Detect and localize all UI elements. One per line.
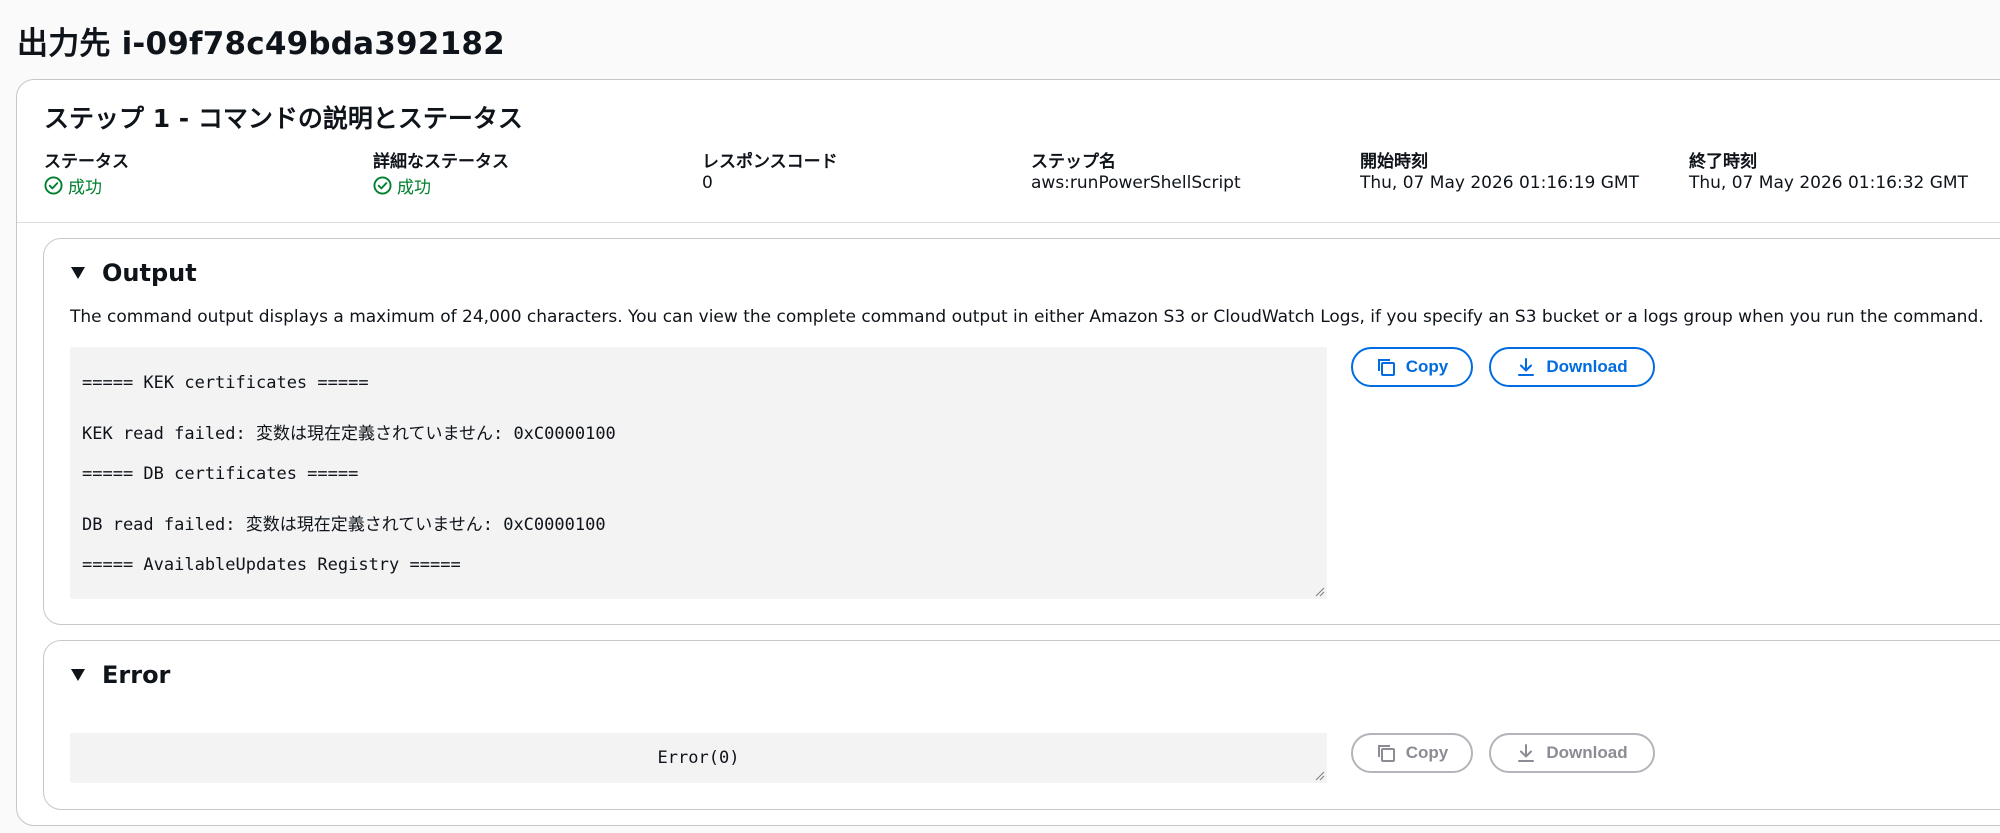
output-description: The command output displays a maximum of… (70, 307, 1984, 327)
caret-down-icon (71, 267, 85, 279)
error-panel: Error Error(0) Copy Download (43, 640, 2000, 810)
command-step-card: ステップ 1 - コマンドの説明とステータス ステータス 成功 詳細なステータス… (16, 79, 2000, 826)
start-time-label: 開始時刻 (1360, 152, 1428, 172)
error-title: Error (102, 661, 171, 689)
end-time-value: Thu, 07 May 2026 01:16:32 GMT (1689, 173, 1968, 193)
status-text: 成功 (68, 178, 102, 198)
error-download-button[interactable]: Download (1489, 733, 1655, 773)
detailed-status-label: 詳細なステータス (373, 152, 509, 172)
copy-icon (1377, 745, 1395, 762)
error-expander[interactable]: Error (70, 661, 170, 689)
end-time-field: 終了時刻 Thu, 07 May 2026 01:16:32 GMT (1689, 147, 1968, 193)
detailed-status-field: 詳細なステータス 成功 (373, 147, 509, 198)
response-code-label: レスポンスコード (702, 152, 838, 172)
status-value: 成功 (44, 173, 129, 198)
output-title: Output (102, 259, 197, 287)
check-circle-icon (44, 176, 63, 195)
output-line: ===== KEK certificates ===== (82, 373, 369, 393)
caret-down-icon (71, 669, 85, 681)
step-name-field: ステップ名 aws:runPowerShellScript (1031, 147, 1241, 193)
output-line: KEK read failed: 変数は現在定義されていません: 0xC0000… (82, 423, 616, 444)
output-copy-label: Copy (1405, 357, 1449, 376)
end-time-label: 終了時刻 (1689, 152, 1757, 172)
download-icon (1518, 358, 1535, 376)
error-copy-button[interactable]: Copy (1351, 733, 1473, 773)
output-download-label: Download (1546, 357, 1628, 376)
output-textarea[interactable]: ===== KEK certificates ===== KEK read fa… (70, 347, 1327, 599)
error-text: Error(0) (657, 748, 740, 768)
detailed-status-value: 成功 (373, 173, 509, 198)
status-field: ステータス 成功 (44, 147, 129, 198)
step-name-value: aws:runPowerShellScript (1031, 173, 1241, 193)
output-panel: Output The command output displays a max… (43, 238, 2000, 625)
step-name-label: ステップ名 (1031, 152, 1116, 172)
response-code-field: レスポンスコード 0 (702, 147, 838, 193)
response-code-value: 0 (702, 173, 713, 193)
error-download-label: Download (1546, 743, 1628, 762)
step-title: ステップ 1 - コマンドの説明とステータス (44, 104, 523, 133)
output-line: ===== AvailableUpdates Registry ===== (82, 555, 461, 575)
error-copy-label: Copy (1405, 743, 1449, 762)
status-label: ステータス (44, 152, 129, 172)
resize-handle-icon[interactable] (1315, 771, 1325, 781)
copy-icon (1377, 359, 1395, 376)
start-time-value: Thu, 07 May 2026 01:16:19 GMT (1360, 173, 1639, 193)
output-line: ===== DB certificates ===== (82, 464, 359, 484)
start-time-field: 開始時刻 Thu, 07 May 2026 01:16:19 GMT (1360, 147, 1639, 193)
error-textarea[interactable]: Error(0) (70, 733, 1327, 783)
download-icon (1518, 744, 1535, 762)
output-download-button[interactable]: Download (1489, 347, 1655, 387)
check-circle-icon (373, 176, 392, 195)
detailed-status-text: 成功 (397, 178, 431, 198)
output-copy-button[interactable]: Copy (1351, 347, 1473, 387)
page-title: 出力先 i-09f78c49bda392182 (17, 26, 505, 62)
output-expander[interactable]: Output (70, 259, 197, 287)
resize-handle-icon[interactable] (1315, 587, 1325, 597)
step-header: ステップ 1 - コマンドの説明とステータス ステータス 成功 詳細なステータス… (17, 80, 2000, 223)
output-line: DB read failed: 変数は現在定義されていません: 0xC00001… (82, 514, 606, 535)
